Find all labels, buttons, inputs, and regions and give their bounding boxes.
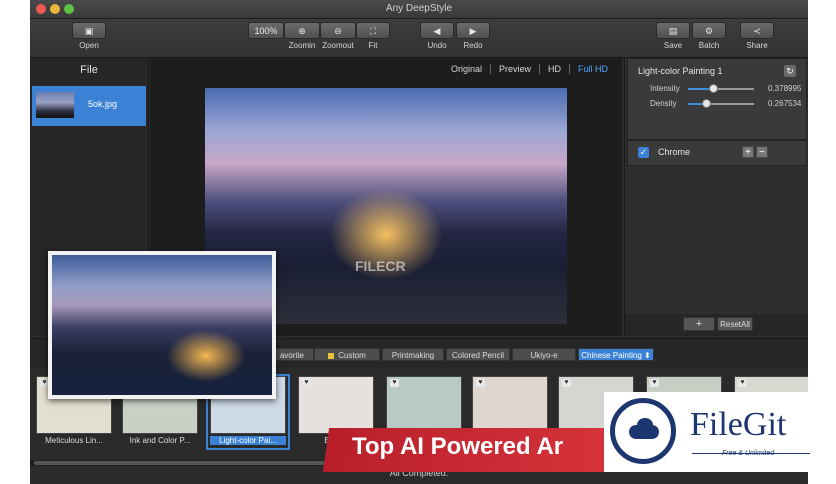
favorite-icon[interactable]: ♥ [302,379,311,387]
fit-icon: ⛶ [369,26,377,36]
intensity-label: Intensity [650,84,680,93]
filegit-logo: FileGit Free & Unlimited [604,392,816,472]
watermark: FILECR [355,258,406,274]
zoomin-button[interactable]: ⊕ [284,22,320,39]
favorite-icon[interactable]: ♥ [476,379,485,387]
zoom-out-icon: ⊖ [334,26,342,36]
settings-footer: + ResetAll [625,314,808,336]
tab-full-hd[interactable]: Full HD [570,64,616,74]
favorite-icon[interactable]: ♥ [562,379,571,387]
window-title: Any DeepStyle [385,3,453,14]
fit-button[interactable]: ⛶ [356,22,390,39]
logo-tagline: Free & Unlimited [722,450,775,457]
favorite-icon[interactable]: ♥ [650,379,659,387]
style-label: Ink and Color P... [129,436,191,445]
style-label: Meticulous Lin... [45,436,103,445]
cloud-shape [629,425,659,439]
intensity-knob[interactable] [709,84,718,93]
style-label: Light-color Pai... [210,436,286,445]
style-settings-box: Light-color Painting 1 ↻ Intensity 0.378… [627,58,807,140]
open-icon: ▣ [84,26,94,36]
density-knob[interactable] [702,99,711,108]
file-list-item[interactable]: 5ok.jpg [32,86,146,126]
category-printmaking[interactable]: Printmaking [382,348,444,361]
logo-name: FileGit [690,406,787,443]
cloud-icon [610,398,676,464]
undo-button[interactable]: ◀ [420,22,454,39]
category-custom[interactable]: Custom [314,348,380,361]
file-panel-title: File [80,64,98,76]
fit-label: Fit [368,41,378,50]
save-label: Save [663,41,683,50]
chrome-checkbox[interactable]: ✓ [638,147,649,158]
style-settings-panel: Light-color Painting 1 ↻ Intensity 0.378… [624,58,808,336]
chrome-remove-button[interactable]: − [756,146,768,158]
density-value: 0.267534 [768,99,802,108]
dropdown-arrow-icon: ⬍ [644,351,651,360]
reset-all-button[interactable]: ResetAll [717,317,753,331]
intensity-value: 0.378995 [768,84,802,93]
chrome-row: ✓ Chrome + − [627,140,807,166]
zoomin-label: Zoomin [288,41,316,50]
original-photo [52,255,272,395]
zoom-value-button[interactable]: 100% [248,22,284,39]
batch-button[interactable]: ⚙ [692,22,726,39]
chrome-label: Chrome [658,147,691,157]
redo-button[interactable]: ▶ [456,22,490,39]
intensity-slider-row: Intensity 0.378995 [650,83,802,95]
style-thumbnail[interactable]: ♥ [472,376,548,434]
undo-icon: ◀ [433,26,441,36]
category-ukiyo-e[interactable]: Ukiyo-e [512,348,576,361]
open-label: Open [79,41,99,50]
density-slider-row: Density 0.267534 [650,98,802,110]
refresh-icon[interactable]: ↻ [784,65,796,77]
style-name: Light-color Painting 1 [638,66,723,76]
category-custom-label: Custom [338,351,366,360]
batch-label: Batch [698,41,720,50]
open-button[interactable]: ▣ [72,22,106,39]
zoomout-label: Zoomout [322,41,354,50]
tab-preview[interactable]: Preview [491,64,540,74]
density-label: Density [650,99,677,108]
intensity-slider[interactable] [688,84,754,93]
share-button[interactable]: ≺ [740,22,774,39]
style-thumbnail[interactable]: ♥ [298,376,374,434]
title-bar: Any DeepStyle [30,0,808,19]
share-icon: ≺ [753,26,761,36]
undo-label: Undo [427,41,447,50]
favorite-icon[interactable]: ♥ [738,379,747,387]
tab-original[interactable]: Original [443,64,491,74]
zoomout-button[interactable]: ⊖ [320,22,356,39]
style-thumbnail[interactable]: ♥ [386,376,462,434]
share-label: Share [746,41,768,50]
save-button[interactable]: ▤ [656,22,690,39]
zoom-in-icon: ⊕ [298,26,306,36]
add-style-button[interactable]: + [683,317,715,331]
chrome-add-button[interactable]: + [742,146,754,158]
save-icon: ▤ [668,26,678,36]
toolbar: ▣ Open 100% ⊕ Zoomin ⊖ Zoomout ⛶ Fit ◀ U… [30,19,808,58]
promo-banner-text: Top AI Powered Ar [352,433,564,460]
category-chinese-painting[interactable]: Chinese Painting ⬍ [578,348,654,361]
category-chinese-painting-label: Chinese Painting [581,351,642,360]
redo-icon: ▶ [469,26,477,36]
density-slider[interactable] [688,99,754,108]
category-favorite[interactable]: avorite [270,348,314,361]
file-thumbnail [36,92,74,118]
view-tabs: Original Preview HD Full HD [443,64,616,74]
original-photo-overlay [48,251,276,399]
tab-hd[interactable]: HD [540,64,570,74]
category-colored-pencil[interactable]: Colored Pencil [446,348,510,361]
file-name: 5ok.jpg [88,99,118,109]
star-icon [328,352,335,359]
batch-icon: ⚙ [704,26,714,36]
favorite-icon[interactable]: ♥ [390,379,399,387]
redo-label: Redo [463,41,483,50]
